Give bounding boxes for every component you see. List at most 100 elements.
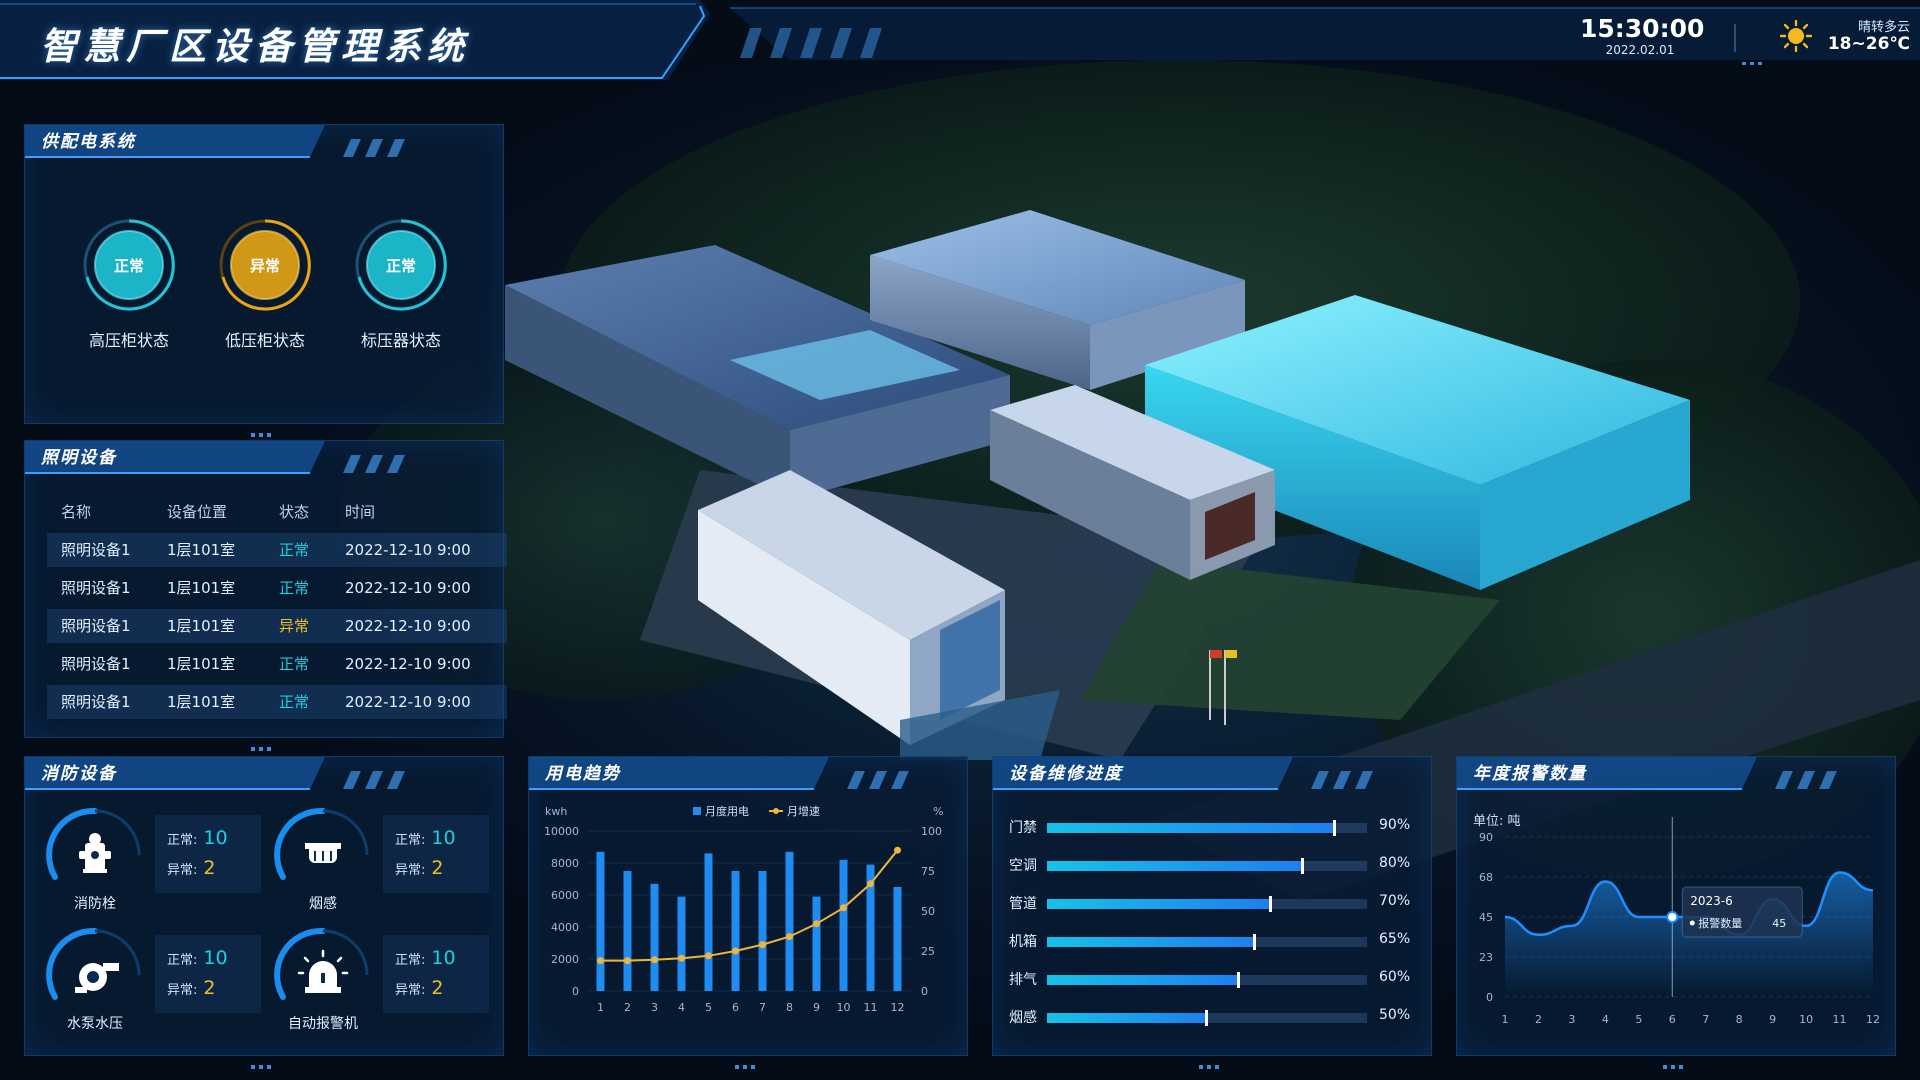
bar — [650, 883, 659, 991]
fire-title: 消防设备 — [41, 764, 117, 784]
y-tick-label: 90 — [1479, 831, 1493, 844]
power-status-high-voltage[interactable]: 正常 高压柜状态 — [79, 215, 179, 351]
status-ring: 正常 — [79, 215, 179, 315]
progress-marker — [1269, 896, 1272, 912]
alarm-light-icon — [274, 927, 369, 1000]
cell-time: 2022-12-10 9:00 — [345, 541, 471, 559]
progress-track — [1047, 820, 1367, 836]
growth-point — [786, 933, 793, 941]
power-status-low-voltage[interactable]: 异常 低压柜状态 — [215, 215, 315, 351]
fire-item-label: 烟感 — [309, 896, 337, 912]
cell-status: 正常 — [279, 693, 310, 711]
x-tick-label: 12 — [1866, 1013, 1880, 1026]
growth-point — [678, 954, 685, 962]
growth-point — [705, 952, 712, 960]
status-text: 正常 — [385, 257, 416, 275]
status-text: 正常 — [113, 257, 144, 275]
abnormal-count: 2 — [431, 977, 444, 999]
legend-label: 月增速 — [787, 804, 820, 818]
progress-value: 50% — [1379, 1007, 1411, 1023]
header-name: 名称 — [61, 503, 92, 521]
progress-row: 排气 60% — [1009, 965, 1410, 995]
x-tick-label: 2 — [624, 1001, 631, 1014]
progress-label: 排气 — [1009, 972, 1037, 988]
x-tick-label: 6 — [1669, 1013, 1676, 1026]
y-tick-label: 0 — [572, 985, 579, 998]
clock-date: 2022.02.01 — [1605, 43, 1675, 57]
clock-time: 15:30:00 — [1580, 14, 1705, 43]
progress-row: 机箱 65% — [1009, 927, 1410, 957]
maintenance-panel: 设备维修进度 门禁 90% 空调 80% 管道 70% 机箱 65% 排气 60% 烟感 50% — [992, 756, 1432, 1069]
fire-item-alarm[interactable]: 自动报警机 正常: 10 异常: 2 — [273, 925, 493, 1035]
progress-label: 机箱 — [1009, 934, 1037, 950]
x-tick-label: 9 — [1769, 1013, 1776, 1026]
normal-label: 正常: — [167, 833, 198, 848]
smoke-detector-icon — [274, 807, 369, 880]
header-location: 设备位置 — [167, 503, 228, 521]
bar — [893, 887, 902, 991]
weather-description: 晴转多云 — [1857, 20, 1910, 35]
table-row[interactable]: 照明设备1 1层101室 正常 2022-12-10 9:00 — [47, 685, 507, 719]
power-trend-chart: kwh %月度用电 月增速02000400060008000100000255075… — [544, 804, 943, 1014]
fire-item-smoke[interactable]: 烟感 正常: 10 异常: 2 — [273, 805, 493, 915]
bar — [623, 871, 632, 991]
growth-point — [759, 941, 766, 949]
progress-row: 空调 80% — [1009, 851, 1410, 881]
progress-fill — [1047, 937, 1255, 947]
x-tick-label: 10 — [837, 1001, 851, 1014]
y-tick-label: 6000 — [551, 889, 579, 902]
cell-time: 2022-12-10 9:00 — [345, 617, 471, 635]
table-row[interactable]: 照明设备1 1层101室 异常 2022-12-10 9:00 — [47, 609, 507, 643]
progress-value: 80% — [1379, 855, 1411, 871]
x-tick-label: 5 — [705, 1001, 712, 1014]
panel-dots — [1197, 1054, 1227, 1069]
y2-axis-unit: % — [933, 805, 943, 818]
progress-fill — [1047, 975, 1239, 985]
normal-count: 10 — [203, 827, 228, 849]
fire-item-stats: 正常: 10 异常: 2 — [383, 935, 489, 1013]
legend-swatch-bar — [693, 807, 701, 815]
progress-row: 门禁 90% — [1009, 813, 1410, 843]
abnormal-count: 2 — [431, 857, 444, 879]
growth-line — [600, 849, 899, 962]
power-trend-panel: 用电趋势 kwh% 月度用电 月增速 0 2000 4000 6000 8000 10000 0 2… — [528, 756, 968, 1069]
top-header: 智慧厂区设备管理系统 15:30:00 2022.02.01 晴转多云 18~2… — [0, 0, 1920, 80]
status-ring: 异常 — [215, 215, 315, 315]
progress-row: 管道 70% — [1009, 889, 1410, 919]
x-tick-label: 5 — [1635, 1013, 1642, 1026]
table-row[interactable]: 照明设备1 1层101室 正常 2022-12-10 9:00 — [47, 647, 507, 681]
y-tick-label: 8000 — [551, 857, 579, 870]
fire-item-stats: 正常: 10 异常: 2 — [155, 815, 261, 893]
status-text: 异常 — [249, 257, 280, 275]
growth-point — [624, 957, 631, 965]
progress-track — [1047, 858, 1367, 874]
growth-point — [894, 846, 901, 854]
progress-fill — [1047, 899, 1271, 909]
fire-hydrant-icon — [46, 807, 141, 880]
fire-item-label: 自动报警机 — [288, 1016, 358, 1032]
growth-point — [813, 920, 820, 928]
power-status-transformer[interactable]: 正常 标压器状态 — [351, 215, 451, 351]
cell-name: 照明设备1 — [61, 579, 131, 597]
alarm-chart: 单位: 吨0234568901 2 3 4 5 6 7 8 9 10 11 122023-6报警数量 4… — [1473, 814, 1880, 1026]
y-axis-unit: kwh — [545, 805, 567, 818]
header-time: 时间 — [345, 503, 376, 521]
cell-name: 照明设备1 — [61, 693, 131, 711]
cell-status: 异常 — [279, 617, 310, 635]
table-row[interactable]: 照明设备1 1层101室 正常 2022-12-10 9:00 — [47, 533, 507, 567]
y2-tick-label: 25 — [921, 945, 935, 958]
bar — [704, 853, 713, 991]
table-header: 名称 设备位置 状态 时间 — [47, 501, 507, 531]
abnormal-label: 异常: — [167, 863, 198, 878]
x-tick-label: 11 — [1833, 1013, 1847, 1026]
y2-tick-label: 75 — [921, 865, 935, 878]
table-row[interactable]: 照明设备1 1层101室 正常 2022-12-10 9:00 — [47, 571, 507, 605]
cell-status: 正常 — [279, 541, 310, 559]
x-tick-label: 1 — [597, 1001, 604, 1014]
fire-item-pump[interactable]: 水泵水压 正常: 10 异常: 2 — [45, 925, 265, 1035]
fire-item-label: 消防栓 — [74, 896, 116, 912]
cell-name: 照明设备1 — [61, 655, 131, 673]
progress-label: 空调 — [1009, 858, 1037, 874]
fire-item-hydrant[interactable]: 消防栓 正常: 10 异常: 2 — [45, 805, 265, 915]
bar — [596, 851, 605, 991]
